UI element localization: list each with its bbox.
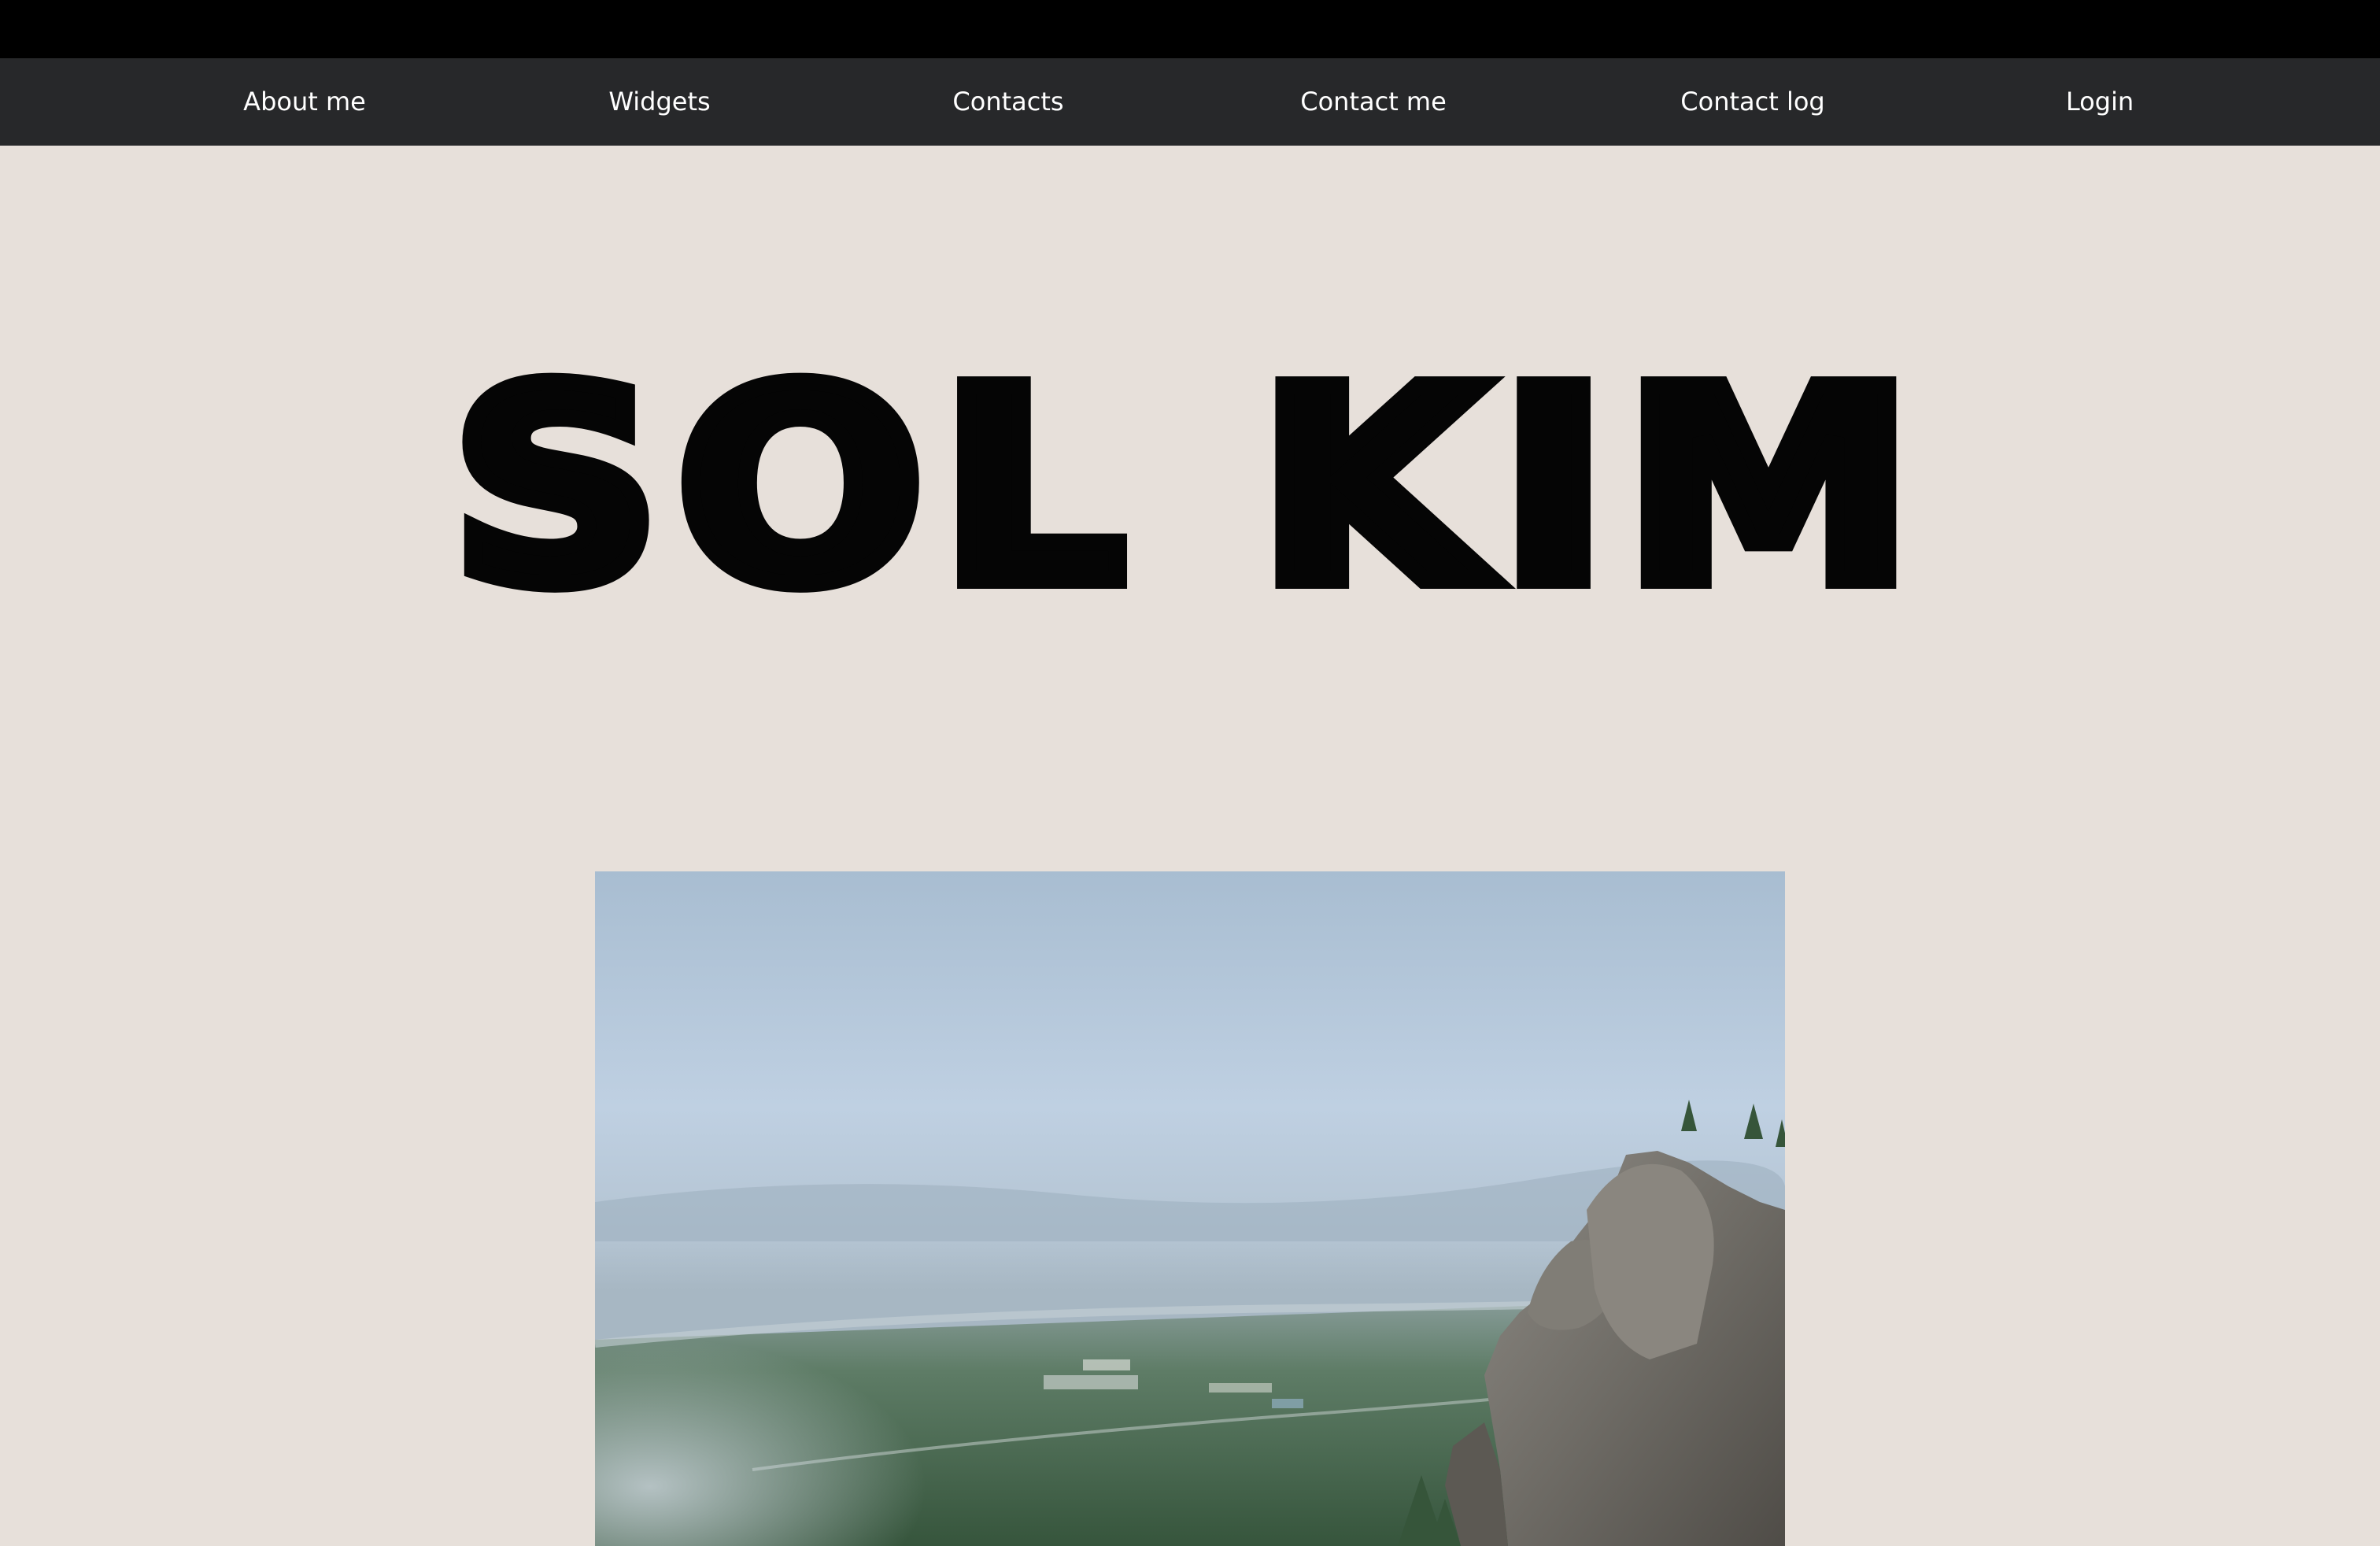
landscape-photo-icon: [595, 871, 1785, 1546]
nav-widgets[interactable]: Widgets: [608, 58, 710, 146]
hero-title: SOL KIM: [442, 330, 1930, 646]
nav-contact-me[interactable]: Contact me: [1300, 58, 1447, 146]
nav-login[interactable]: Login: [2066, 58, 2134, 146]
nav-contact-log[interactable]: Contact log: [1680, 58, 1824, 146]
landscape-photo: [595, 871, 1785, 1546]
top-black-bar: [0, 0, 2380, 58]
nav-about-me[interactable]: About me: [243, 58, 366, 146]
nav-contacts[interactable]: Contacts: [952, 58, 1063, 146]
navbar: About me Widgets Contacts Contact me Con…: [0, 58, 2380, 146]
